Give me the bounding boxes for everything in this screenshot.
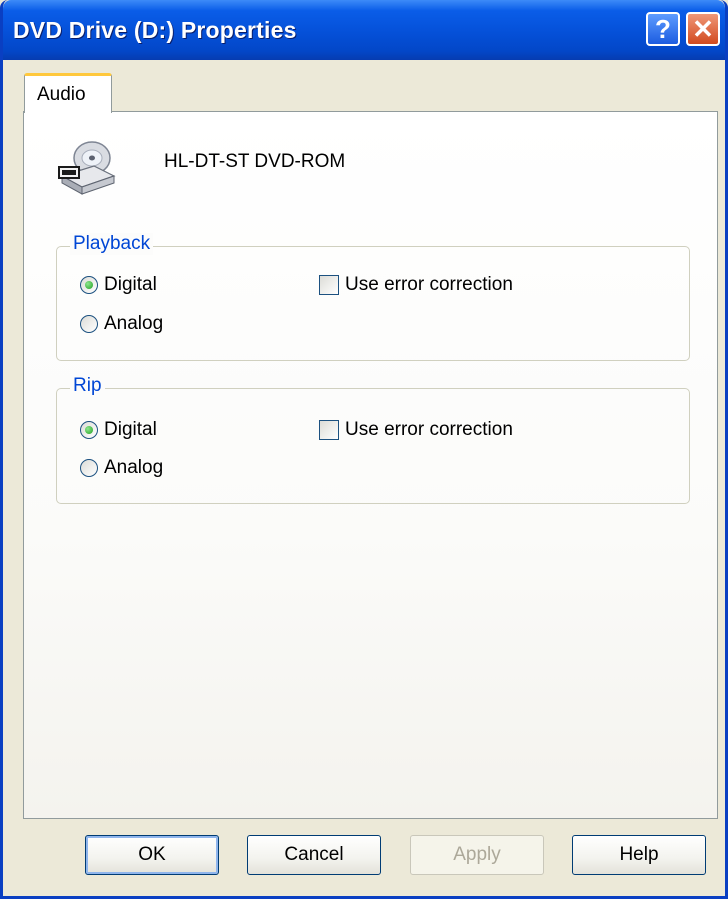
rip-analog-radio[interactable]: Analog (80, 457, 163, 479)
ok-button[interactable]: OK (85, 835, 219, 875)
help-button[interactable]: Help (572, 835, 706, 875)
rip-error-correction-label: Use error correction (345, 419, 513, 440)
tab-audio-label: Audio (37, 84, 86, 105)
rip-legend: Rip (70, 375, 105, 397)
playback-analog-radio[interactable]: Analog (80, 313, 163, 335)
rip-error-correction-checkbox[interactable]: Use error correction (319, 419, 513, 441)
question-mark-icon: ? (655, 13, 671, 44)
checkbox-unchecked-icon (319, 420, 339, 440)
radio-unselected-icon (80, 315, 98, 333)
radio-unselected-icon (80, 459, 98, 477)
close-button[interactable]: ✕ (686, 12, 720, 46)
radio-selected-icon (80, 276, 98, 294)
window-title: DVD Drive (D:) Properties (13, 17, 297, 43)
dvd-drive-icon (58, 141, 116, 195)
title-bar[interactable]: DVD Drive (D:) Properties ? ✕ (3, 0, 725, 60)
tab-audio[interactable]: Audio (24, 73, 112, 113)
rip-digital-radio[interactable]: Digital (80, 419, 157, 441)
checkbox-unchecked-icon (319, 275, 339, 295)
help-title-button[interactable]: ? (646, 12, 680, 46)
cancel-button[interactable]: Cancel (247, 835, 381, 875)
playback-legend: Playback (70, 233, 154, 255)
device-name: HL-DT-ST DVD-ROM (164, 151, 346, 172)
properties-dialog: DVD Drive (D:) Properties ? ✕ Audio HL-D… (0, 0, 728, 899)
rip-digital-label: Digital (104, 419, 157, 440)
playback-group: Playback Digital Analog Use error correc… (56, 233, 690, 361)
apply-button[interactable]: Apply (410, 835, 544, 875)
rip-group: Rip Digital Analog Use error correction (56, 375, 690, 504)
playback-analog-label: Analog (104, 313, 164, 334)
close-icon: ✕ (692, 13, 714, 44)
audio-tab-panel: HL-DT-ST DVD-ROM Playback Digital Analog… (23, 111, 718, 819)
playback-error-correction-label: Use error correction (345, 274, 513, 295)
playback-error-correction-checkbox[interactable]: Use error correction (319, 274, 513, 296)
rip-analog-label: Analog (104, 457, 164, 478)
playback-digital-label: Digital (104, 274, 157, 295)
radio-selected-icon (80, 421, 98, 439)
playback-digital-radio[interactable]: Digital (80, 274, 157, 296)
